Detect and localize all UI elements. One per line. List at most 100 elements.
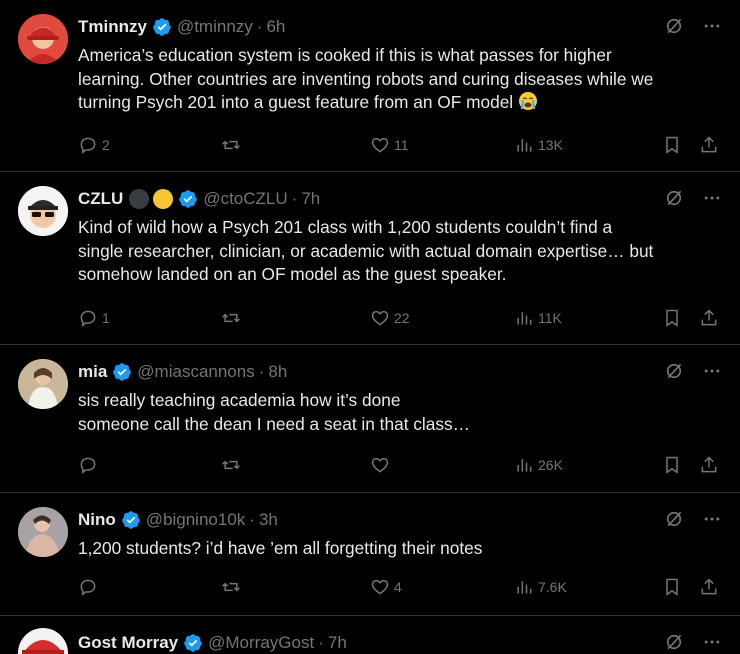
- yellow-circle-icon: [153, 189, 174, 209]
- bookmark-button[interactable]: [662, 453, 682, 477]
- tweet-actions: 26K: [78, 453, 723, 477]
- tweet-timestamp[interactable]: 6h: [266, 17, 285, 37]
- tweet-header: Nino @bignino10k · 3h: [78, 509, 278, 531]
- user-handle[interactable]: @miascannons: [137, 362, 254, 382]
- share-button[interactable]: [699, 133, 719, 157]
- tweet-top-actions: [664, 361, 722, 381]
- tweet-text-line: sis really teaching academia how it’s do…: [78, 390, 401, 410]
- reply-button[interactable]: [78, 575, 102, 599]
- reply-count: 1: [102, 310, 110, 326]
- views-button[interactable]: 11K: [514, 306, 562, 330]
- tweet-timestamp[interactable]: 7h: [301, 189, 320, 209]
- tweet[interactable]: Nino @bignino10k · 3h 1,200 students? i’…: [0, 493, 740, 616]
- bookmark-button[interactable]: [662, 133, 682, 157]
- tweet-actions: 1 22 11K: [78, 306, 723, 330]
- like-icon: [371, 457, 389, 473]
- views-button[interactable]: 7.6K: [514, 575, 567, 599]
- views-icon: [517, 459, 532, 472]
- avatar[interactable]: [18, 359, 68, 409]
- bookmark-button[interactable]: [662, 575, 682, 599]
- tweet-actions: 4 7.6K: [78, 575, 723, 599]
- share-button[interactable]: [699, 306, 719, 330]
- tweet-timestamp[interactable]: 8h: [268, 362, 287, 382]
- more-icon[interactable]: [702, 188, 722, 208]
- tweet-text-line: turning Psych 201 into a guest feature f…: [78, 91, 723, 115]
- tweet-text-line: America’s education system is cooked if …: [78, 45, 612, 65]
- tweet[interactable]: Tminnzy @tminnzy · 6h America’s educatio…: [0, 0, 740, 172]
- reply-icon: [80, 579, 96, 596]
- more-icon[interactable]: [702, 16, 722, 36]
- display-name[interactable]: Gost Morray: [78, 633, 178, 653]
- reply-button[interactable]: 2: [78, 133, 110, 157]
- views-button[interactable]: 26K: [514, 453, 563, 477]
- avatar[interactable]: [18, 507, 68, 557]
- display-name[interactable]: Tminnzy: [78, 17, 147, 37]
- like-button[interactable]: 4: [370, 575, 402, 599]
- user-handle[interactable]: @MorrayGost: [208, 633, 314, 653]
- tweet-header: Tminnzy @tminnzy · 6h: [78, 16, 285, 38]
- views-icon: [517, 312, 532, 325]
- tweet-timestamp[interactable]: 7h: [328, 633, 347, 653]
- tweet-header: Gost Morray @MorrayGost · 7h: [78, 632, 347, 654]
- bookmark-icon: [666, 456, 678, 474]
- reply-icon: [80, 310, 96, 327]
- bookmark-button[interactable]: [662, 306, 682, 330]
- retweet-icon: [222, 582, 240, 592]
- avatar[interactable]: [18, 628, 68, 654]
- retweet-button[interactable]: [221, 453, 245, 477]
- retweet-button[interactable]: [221, 306, 245, 330]
- like-icon: [371, 579, 389, 595]
- tweet-text-line: someone call the dean I need a seat in t…: [78, 413, 470, 434]
- tweet-top-actions: [664, 16, 722, 36]
- bookmark-icon: [666, 309, 678, 327]
- views-button[interactable]: 13K: [514, 133, 563, 157]
- avatar[interactable]: [18, 186, 68, 236]
- reply-button[interactable]: [78, 453, 102, 477]
- display-name[interactable]: CZLU: [78, 189, 123, 209]
- tweet-text-line: learning. Other countries are inventing …: [78, 68, 654, 89]
- like-button[interactable]: [370, 453, 394, 477]
- like-count: 22: [394, 310, 410, 326]
- view-count: 26K: [538, 457, 563, 473]
- view-count: 7.6K: [538, 579, 567, 595]
- verified-badge-icon: [178, 189, 198, 209]
- tweet-top-actions: [664, 188, 722, 208]
- grok-icon[interactable]: [664, 188, 684, 208]
- tweet-text-segment: turning Psych 201 into a guest feature f…: [78, 92, 514, 112]
- tweet[interactable]: CZLU @ctoCZLU · 7h Kind of wild how a Ps…: [0, 172, 740, 345]
- grok-icon[interactable]: [664, 16, 684, 36]
- bookmark-icon: [666, 578, 678, 596]
- tweet-text: Kind of wild how a Psych 201 class with …: [78, 216, 723, 287]
- avatar[interactable]: [18, 14, 68, 64]
- tweet-text-line: somehow landed on an OF model as the gue…: [78, 264, 507, 284]
- grok-icon[interactable]: [664, 632, 684, 652]
- reply-button[interactable]: 1: [78, 306, 110, 330]
- more-icon[interactable]: [702, 361, 722, 381]
- tweet-text-line: 1,200 students? i’d have ’em all forgett…: [78, 538, 483, 558]
- grok-icon[interactable]: [664, 361, 684, 381]
- more-icon[interactable]: [702, 509, 722, 529]
- user-handle[interactable]: @tminnzy: [177, 17, 253, 37]
- share-icon: [701, 456, 717, 473]
- tweet-text-line: single researcher, clinician, or academi…: [78, 240, 654, 261]
- display-name[interactable]: Nino: [78, 510, 116, 530]
- like-count: 11: [394, 137, 409, 153]
- like-button[interactable]: 11: [370, 133, 409, 157]
- tweet[interactable]: mia @miascannons · 8h sis really teachin…: [0, 345, 740, 493]
- retweet-button[interactable]: [221, 575, 245, 599]
- user-handle[interactable]: @bignino10k: [146, 510, 246, 530]
- retweet-button[interactable]: [221, 133, 245, 157]
- share-button[interactable]: [699, 575, 719, 599]
- retweet-icon: [222, 313, 240, 323]
- tweet-timestamp[interactable]: 3h: [259, 510, 278, 530]
- more-icon[interactable]: [702, 632, 722, 652]
- tweet[interactable]: Gost Morray @MorrayGost · 7h: [0, 616, 740, 654]
- verified-badge-icon: [183, 633, 203, 653]
- display-name[interactable]: mia: [78, 362, 107, 382]
- grok-icon[interactable]: [664, 509, 684, 529]
- user-handle[interactable]: @ctoCZLU: [203, 189, 287, 209]
- share-button[interactable]: [699, 453, 719, 477]
- like-button[interactable]: 22: [370, 306, 410, 330]
- tweet-top-actions: [664, 632, 722, 652]
- reply-count: 2: [102, 137, 110, 153]
